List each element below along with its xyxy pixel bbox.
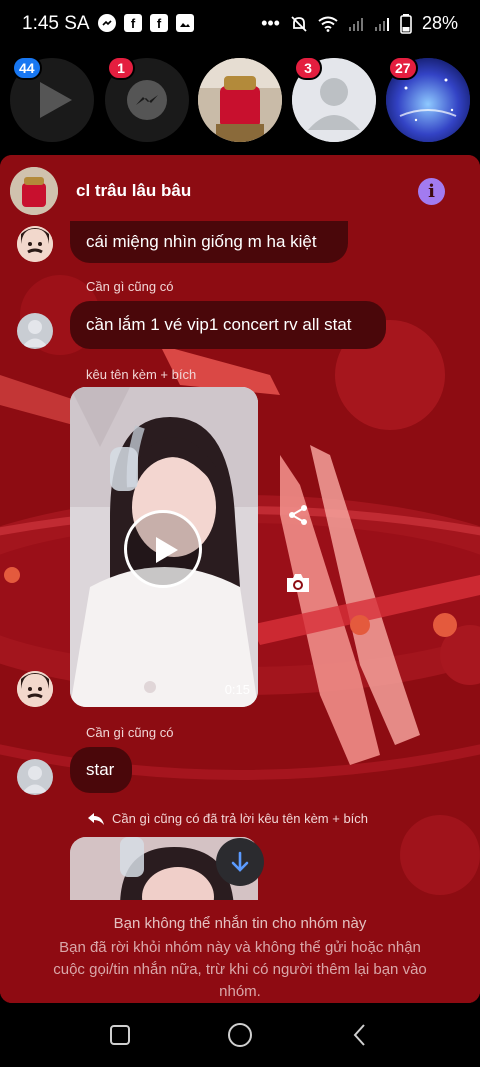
battery-icon <box>400 13 412 34</box>
back-button[interactable] <box>344 1019 376 1051</box>
home-button[interactable] <box>224 1019 256 1051</box>
save-media-button[interactable] <box>280 565 316 601</box>
chat-title[interactable]: cl trâu lâu bâu <box>76 181 191 201</box>
girl-avatar <box>17 226 53 262</box>
reply-indicator: Cần gì cũng có đã trả lời kêu tên kèm + … <box>88 811 368 826</box>
mute-icon <box>291 15 307 32</box>
chat-head-messenger[interactable]: 1 <box>105 56 189 142</box>
girl-avatar <box>17 671 53 707</box>
signal-icon <box>374 17 389 31</box>
info-icon: i <box>428 181 435 202</box>
home-icon <box>228 1023 252 1047</box>
scroll-to-bottom-button[interactable] <box>216 838 264 886</box>
message-bubble[interactable]: star <box>70 747 132 793</box>
messenger-icon <box>98 14 116 32</box>
screen: 1:45 SA f f ••• 28% 44 1 3 27 cl trâu lâ… <box>0 0 480 1067</box>
sender-name: Cần gì cũng có <box>86 279 174 294</box>
back-icon <box>353 1024 365 1046</box>
recents-button[interactable] <box>104 1019 136 1051</box>
video-message[interactable]: 0:15 <box>70 387 258 707</box>
info-button[interactable]: i <box>418 178 445 205</box>
share-icon <box>289 505 307 525</box>
camera-icon <box>287 574 309 592</box>
notice-title: Bạn không thể nhắn tin cho nhóm này <box>113 915 367 932</box>
video-duration: 0:15 <box>224 682 250 697</box>
sender-name: Cần gì cũng có <box>86 725 174 740</box>
reply-text: Cần gì cũng có đã trả lời kêu tên kèm + … <box>112 811 369 826</box>
chat-panel: cl trâu lâu bâu i cái miệng nhìn giống m… <box>0 155 480 1003</box>
sender-avatar[interactable] <box>17 671 53 707</box>
battery-percent: 28% <box>421 13 458 33</box>
unread-badge: 27 <box>388 56 418 80</box>
chat-heads-row: 44 1 3 27 <box>0 56 480 146</box>
unread-badge: 1 <box>107 56 135 80</box>
group-photo <box>10 167 58 215</box>
notification-icons: f f <box>98 14 194 32</box>
reply-arrow-icon <box>88 812 104 825</box>
sender-avatar[interactable] <box>17 226 53 262</box>
chat-head-contact[interactable]: 3 <box>292 56 376 142</box>
message-text: star <box>86 760 115 779</box>
signal-icon <box>348 17 363 31</box>
message-bubble[interactable]: cần lắm 1 vé vip1 concert rv all stat <box>70 301 386 349</box>
system-nav-bar <box>0 1003 480 1067</box>
default-avatar <box>22 766 48 793</box>
wifi-icon <box>318 16 338 32</box>
play-icon <box>156 537 178 563</box>
status-time: 1:45 SA <box>22 13 90 34</box>
unread-badge: 3 <box>294 56 322 80</box>
share-button[interactable] <box>280 497 316 533</box>
recents-icon <box>110 1025 130 1045</box>
chat-header: cl trâu lâu bâu i <box>0 155 480 227</box>
arrow-down-icon <box>231 851 249 872</box>
chat-head-group[interactable] <box>198 58 282 142</box>
facebook-icon: f <box>150 14 168 32</box>
group-photo <box>198 58 282 142</box>
notice-body: Bạn đã rời khỏi nhóm này và không thể gử… <box>53 939 427 1000</box>
group-avatar[interactable] <box>10 167 58 215</box>
sender-avatar[interactable] <box>17 759 53 795</box>
status-bar: 1:45 SA f f ••• 28% <box>0 0 480 50</box>
cannot-message-notice: Bạn không thể nhắn tin cho nhóm này Bạn … <box>0 900 480 1003</box>
more-dots-icon: ••• <box>261 13 280 33</box>
message-bubble[interactable]: cái miệng nhìn giống m ha kiệt <box>70 221 348 263</box>
sender-avatar[interactable] <box>17 313 53 349</box>
message-text: cái miệng nhìn giống m ha kiệt <box>86 232 317 251</box>
unread-badge: 44 <box>12 56 42 80</box>
play-button[interactable] <box>124 510 202 588</box>
chat-head-video[interactable]: 44 <box>10 56 94 142</box>
message-text: cần lắm 1 vé vip1 concert rv all stat <box>86 315 352 334</box>
system-icons: ••• 28% <box>261 13 458 34</box>
chat-head-galaxy[interactable]: 27 <box>386 56 470 142</box>
gallery-icon <box>176 14 194 32</box>
sender-name: kêu tên kèm + bích <box>86 367 197 382</box>
default-avatar <box>22 320 48 347</box>
facebook-icon: f <box>124 14 142 32</box>
